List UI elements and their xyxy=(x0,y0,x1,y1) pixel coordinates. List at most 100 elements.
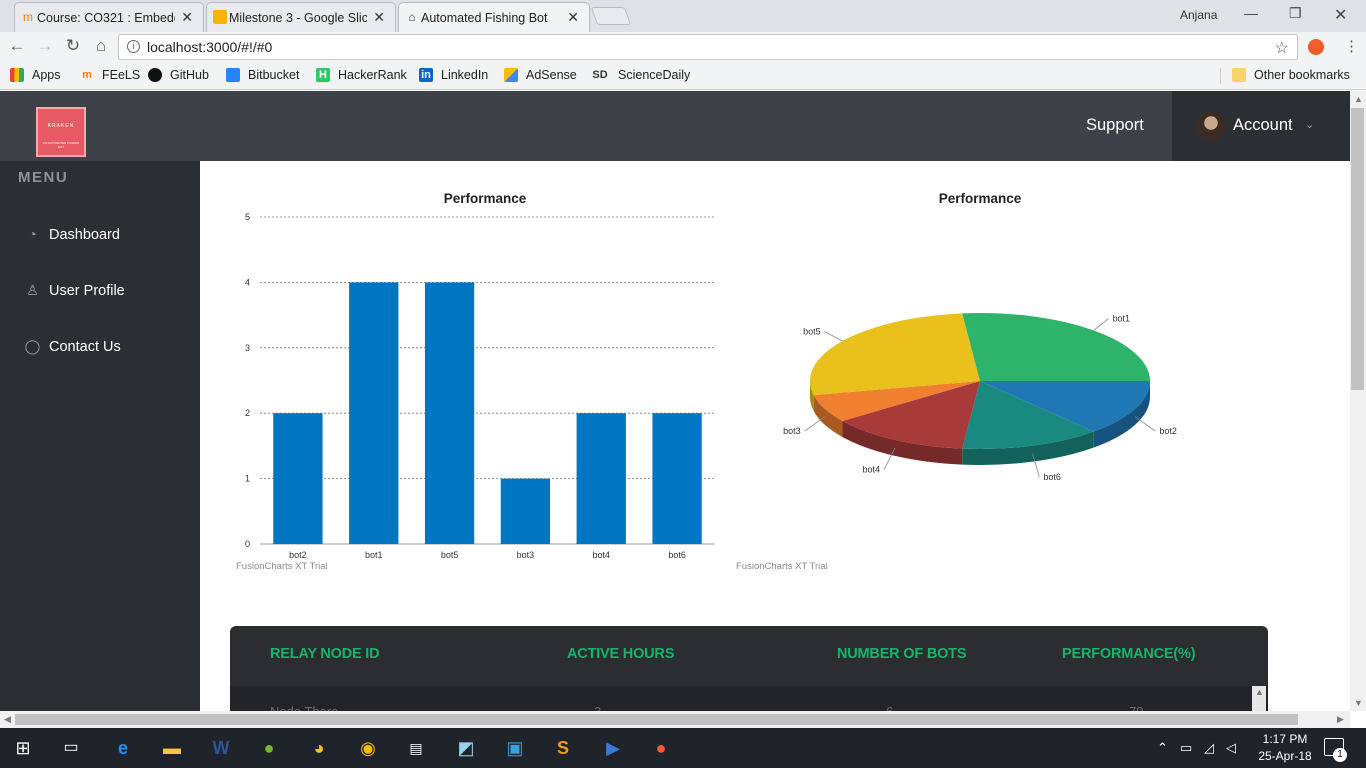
scroll-down-icon[interactable]: ▼ xyxy=(1354,698,1363,708)
utorrent-icon[interactable]: ● xyxy=(254,733,284,763)
task-view-icon[interactable]: ▭ xyxy=(56,733,86,763)
bar-chart-watermark: FusionCharts XT Trial xyxy=(236,561,328,572)
close-icon[interactable]: ✕ xyxy=(567,9,579,26)
word-icon[interactable]: W xyxy=(206,733,236,763)
moodle-icon: m xyxy=(23,10,33,24)
column-header: ACTIVE HOURS xyxy=(567,646,675,662)
close-icon[interactable]: ✕ xyxy=(181,9,193,26)
bookmark-feels[interactable]: m FEeLS xyxy=(80,68,140,82)
pie-label: bot4 xyxy=(862,465,880,475)
sidebar-item-label: Dashboard xyxy=(49,226,120,243)
vertical-scroll-thumb[interactable] xyxy=(1351,108,1364,390)
logo-text: KRAKEN xyxy=(47,123,75,129)
terminal-icon[interactable]: ▤ xyxy=(401,733,431,763)
more-options-icon[interactable]: ⋮ xyxy=(1344,37,1359,55)
tab-course[interactable]: m Course: CO321 : Embedde ✕ xyxy=(14,2,204,32)
bookmark-adsense[interactable]: AdSense xyxy=(504,68,577,82)
file-explorer-icon[interactable]: ▬ xyxy=(157,733,187,763)
pie-label: bot6 xyxy=(1043,472,1061,482)
scroll-up-icon[interactable]: ▲ xyxy=(1354,94,1363,104)
star-icon[interactable]: ☆ xyxy=(1275,38,1289,58)
tab-fishing-bot[interactable]: ⌂ Automated Fishing Bot ✕ xyxy=(398,2,590,32)
close-window-icon[interactable]: ✕ xyxy=(1334,5,1347,25)
postman-icon[interactable]: ● xyxy=(646,733,676,763)
apps-icon xyxy=(10,68,24,82)
sidebar-item-label: Contact Us xyxy=(49,338,121,355)
restore-icon[interactable]: ❐ xyxy=(1289,5,1302,22)
app-icon[interactable]: ◩ xyxy=(451,733,481,763)
hackerrank-icon: H xyxy=(316,68,330,82)
y-tick-label: 3 xyxy=(245,343,250,353)
x-tick-label: bot2 xyxy=(289,550,307,560)
sidebar-item-label: User Profile xyxy=(49,282,125,299)
info-icon[interactable]: i xyxy=(127,40,140,53)
close-icon[interactable]: ✕ xyxy=(373,9,385,26)
forward-icon[interactable]: → xyxy=(34,36,56,56)
y-tick-label: 5 xyxy=(245,212,250,222)
bar xyxy=(500,478,551,544)
horizontal-scroll-thumb[interactable] xyxy=(15,714,1298,725)
bookmark-sciencedaily[interactable]: SD ScienceDaily xyxy=(590,68,690,82)
y-tick-label: 4 xyxy=(245,277,250,287)
pie-leader-line xyxy=(1093,318,1109,331)
kraken-logo[interactable]: KRAKEN AN AUTOMATED FISHING BOT xyxy=(36,107,86,157)
reload-icon[interactable]: ↻ xyxy=(62,36,84,56)
bookmark-apps[interactable]: Apps xyxy=(10,68,61,82)
sidebar-item-dashboard[interactable]: ◔ Dashboard xyxy=(24,226,120,243)
app-icon[interactable]: ◕ xyxy=(304,733,334,763)
tab-title: Milestone 3 - Google Slic xyxy=(229,10,368,25)
sidebar-item-contact-us[interactable]: ◯ Contact Us xyxy=(24,338,121,355)
top-navbar xyxy=(0,91,1350,161)
dashboard-icon: ◔ xyxy=(28,226,37,242)
bookmark-label: ScienceDaily xyxy=(618,68,691,82)
bookmark-label: HackerRank xyxy=(338,68,407,82)
bookmark-hackerrank[interactable]: H HackerRank xyxy=(316,68,407,82)
bar-chart-title: Performance xyxy=(443,191,527,206)
chrome-icon[interactable]: ◉ xyxy=(353,733,383,763)
sidebar-item-user-profile[interactable]: ♙ User Profile xyxy=(24,282,125,299)
sublime-icon[interactable]: S xyxy=(548,733,578,763)
column-header: NUMBER OF BOTS xyxy=(837,646,967,662)
minimize-icon[interactable]: — xyxy=(1244,5,1258,21)
home-icon[interactable]: ⌂ xyxy=(90,36,112,56)
address-bar[interactable]: i localhost:3000/#!/#0 ☆ xyxy=(118,34,1298,60)
pie-leader-line xyxy=(824,331,843,342)
edge-icon[interactable]: e xyxy=(108,733,138,763)
avatar[interactable] xyxy=(1196,111,1226,141)
clock-date: 25-Apr-18 xyxy=(1258,749,1312,763)
notification-badge: 1 xyxy=(1333,748,1347,762)
wifi-icon[interactable]: ◿ xyxy=(1204,740,1214,756)
bookmark-bitbucket[interactable]: Bitbucket xyxy=(226,68,299,82)
bookmark-other[interactable]: Other bookmarks xyxy=(1232,68,1350,82)
tab-slides[interactable]: Milestone 3 - Google Slic ✕ xyxy=(206,2,396,32)
scroll-right-icon[interactable]: ▶ xyxy=(1337,714,1344,725)
windows-start-icon[interactable]: ⊞ xyxy=(8,733,38,763)
tray-chevron-icon[interactable]: ⌃ xyxy=(1157,740,1168,756)
user-icon: ♙ xyxy=(26,282,39,298)
volume-icon[interactable]: ◁ xyxy=(1226,740,1236,756)
account-label[interactable]: Account xyxy=(1233,116,1293,135)
bookmark-github[interactable]: GitHub xyxy=(148,68,209,82)
chevron-down-icon[interactable]: ⌄ xyxy=(1305,118,1314,131)
scroll-left-icon[interactable]: ◀ xyxy=(4,714,11,725)
extension-icon[interactable] xyxy=(1308,39,1324,55)
new-tab-button[interactable] xyxy=(590,7,632,25)
logo-subtext: AN AUTOMATED FISHING BOT xyxy=(42,141,80,149)
clock[interactable]: 1:17 PM 25-Apr-18 xyxy=(1250,731,1320,765)
battery-icon[interactable]: ▭ xyxy=(1180,740,1192,756)
app-icon[interactable]: ▣ xyxy=(500,733,530,763)
pie-label: bot5 xyxy=(803,327,821,337)
back-icon[interactable]: ← xyxy=(6,36,28,56)
bar xyxy=(424,282,475,544)
x-tick-label: bot3 xyxy=(517,550,535,560)
profile-name[interactable]: Anjana xyxy=(1180,8,1217,22)
powershell-icon[interactable]: ▶ xyxy=(598,733,628,763)
home-icon: ⌂ xyxy=(408,10,416,24)
support-link[interactable]: Support xyxy=(1086,116,1144,135)
bookmark-label: Apps xyxy=(32,68,61,82)
bar xyxy=(349,282,399,544)
bookmark-label: Bitbucket xyxy=(248,68,300,82)
scroll-up-icon[interactable]: ▲ xyxy=(1255,687,1264,697)
bookmark-linkedin[interactable]: in LinkedIn xyxy=(419,68,488,82)
table-scrollbar[interactable]: ▲ xyxy=(1252,686,1266,712)
